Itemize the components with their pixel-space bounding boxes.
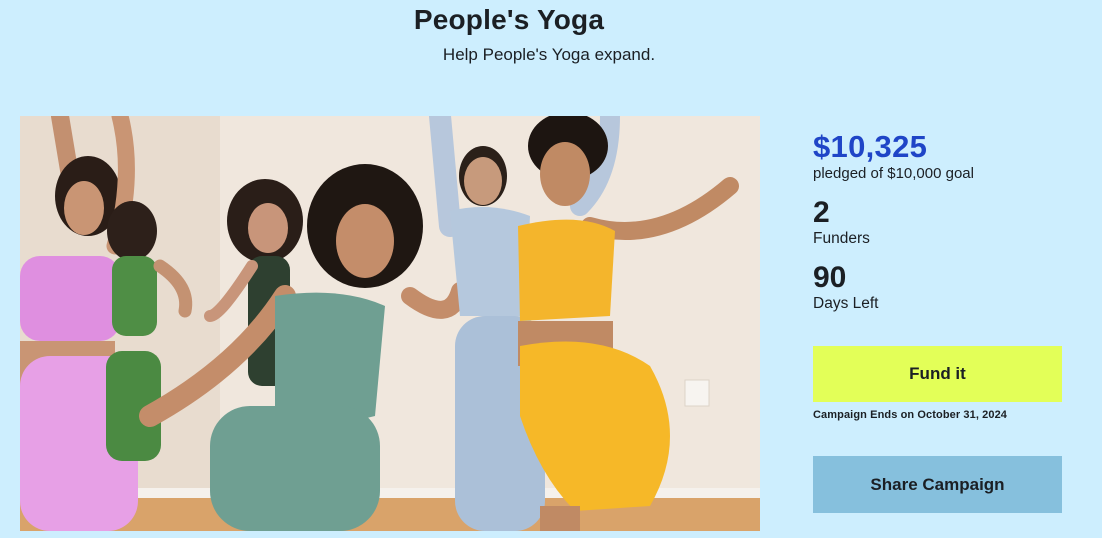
days-left-label: Days Left [813, 295, 879, 312]
funders-count: 2 [813, 196, 830, 229]
campaign-end-date: Campaign Ends on October 31, 2024 [813, 409, 1008, 421]
funders-label: Funders [813, 230, 870, 247]
campaign-page: People's Yoga Help People's Yoga expand. [0, 0, 1102, 538]
days-left-count: 90 [813, 261, 847, 294]
campaign-stats: $10,325 pledged of $10,000 goal 2 Funder… [813, 128, 1073, 313]
pledged-goal-label: pledged of $10,000 goal [813, 165, 974, 182]
campaign-subtitle: Help People's Yoga expand. [442, 45, 656, 64]
pledged-amount: $10,325 [813, 129, 928, 164]
campaign-hero-image [20, 116, 760, 531]
fund-it-button[interactable]: Fund it [813, 346, 1062, 402]
share-campaign-button[interactable]: Share Campaign [813, 456, 1062, 513]
hero-photo-illustration [20, 116, 760, 531]
campaign-title: People's Yoga [413, 4, 605, 35]
